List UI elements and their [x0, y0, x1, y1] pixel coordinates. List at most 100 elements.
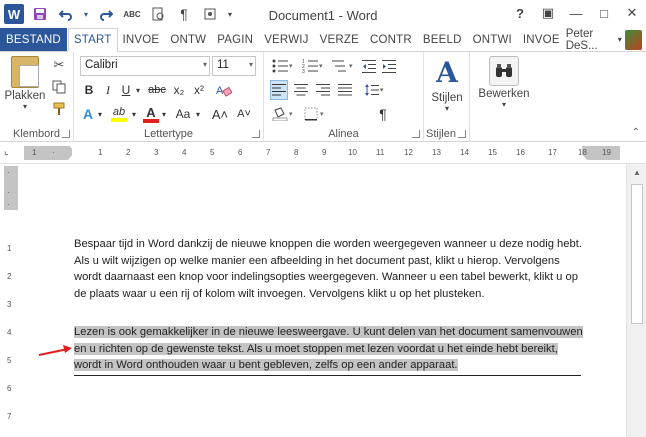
editing-dropdown-icon[interactable]: ▾ [478, 100, 530, 109]
ribbon-display-options-button[interactable]: ▣ [534, 0, 562, 26]
tab-selector-icon[interactable]: ⌞ [4, 146, 16, 158]
bullets-icon[interactable]: ▾ [270, 56, 296, 76]
italic-button[interactable]: I [100, 80, 116, 100]
shading-icon[interactable]: ▾ [270, 104, 296, 124]
document-paragraph-1[interactable]: Bespaar tijd in Word dankzij de nieuwe k… [74, 236, 586, 302]
clipboard-dialog-launcher[interactable] [62, 130, 70, 138]
multilevel-list-icon[interactable]: ▾ [330, 56, 356, 76]
touch-mode-icon[interactable] [200, 4, 220, 24]
shrink-font-button[interactable]: A˅ [234, 104, 254, 124]
tab-verzendlijsten[interactable]: VERZE [315, 28, 365, 51]
minimize-button[interactable]: — [562, 0, 590, 26]
user-name[interactable]: Peter DeS... [566, 28, 615, 52]
numbering-icon[interactable]: 1 2 3 ▾ [300, 56, 326, 76]
undo-icon[interactable] [56, 4, 76, 24]
close-button[interactable]: ✕ [618, 0, 646, 26]
font-dialog-launcher[interactable] [252, 130, 260, 138]
tab-ontwerpen[interactable]: ONTW [165, 28, 213, 51]
font-name-value: Calibri [85, 59, 118, 71]
paragraph-dialog-launcher[interactable] [412, 130, 420, 138]
font-color-dropdown-icon[interactable]: ▾ [160, 104, 168, 124]
subscript-button[interactable]: x₂ [170, 80, 188, 100]
change-case-button[interactable]: Aa [172, 104, 194, 124]
align-center-icon[interactable] [292, 80, 310, 100]
line-spacing-icon[interactable]: ▾ [362, 80, 388, 100]
change-case-dropdown-icon[interactable]: ▾ [194, 104, 202, 124]
highlight-dropdown-icon[interactable]: ▾ [130, 104, 138, 124]
scroll-up-icon[interactable]: ▲ [627, 164, 646, 180]
tab-invoegen[interactable]: INVOE [118, 28, 166, 51]
window-controls: ? ▣ — □ ✕ [506, 0, 646, 26]
tab-ontwikkelaars[interactable]: ONTWI [468, 28, 518, 51]
font-name-field[interactable]: Calibri ▾ [80, 56, 210, 76]
horizontal-ruler-area: ⌞ 1 · 1234 5678 9 10 11 12 13 14 15 16 17 18 19 [0, 142, 646, 164]
tab-invoegtoepassingen[interactable]: INVOE [518, 28, 566, 51]
align-left-icon[interactable] [270, 80, 288, 100]
user-account[interactable]: Peter DeS... ▾ [566, 28, 646, 52]
font-size-field[interactable]: 11 ▾ [212, 56, 256, 76]
paste-dropdown-icon[interactable]: ▾ [4, 102, 46, 111]
document-page[interactable]: Bespaar tijd in Word dankzij de nieuwe k… [22, 164, 626, 437]
customize-qat-icon[interactable]: ▾ [226, 4, 234, 24]
text-effects-button[interactable]: A [80, 104, 96, 124]
help-button[interactable]: ? [506, 0, 534, 26]
first-line-indent-marker[interactable] [68, 144, 78, 150]
scrollbar-thumb[interactable] [631, 184, 643, 324]
tab-bestand[interactable]: BESTAND [0, 28, 68, 51]
print-preview-icon[interactable] [148, 4, 168, 24]
justify-icon[interactable] [336, 80, 354, 100]
bold-button[interactable]: B [80, 80, 98, 100]
right-indent-marker[interactable] [577, 154, 587, 160]
styles-dropdown-icon[interactable]: ▾ [427, 104, 467, 113]
borders-icon[interactable]: ▾ [302, 104, 328, 124]
group-styles: A Stijlen ▾ Stijlen [424, 52, 470, 142]
paragraph-mark-icon[interactable]: ¶ [174, 4, 194, 24]
increase-indent-icon[interactable] [380, 56, 398, 76]
font-color-button[interactable]: A [142, 104, 160, 124]
font-size-dropdown-icon[interactable]: ▾ [249, 60, 253, 69]
avatar[interactable] [624, 29, 642, 50]
spelling-icon[interactable]: ABC [122, 4, 142, 24]
redo-icon[interactable] [96, 4, 116, 24]
document-paragraph-2[interactable]: Lezen is ook gemakkelijker in de nieuwe … [74, 324, 586, 374]
font-size-value: 11 [217, 59, 229, 71]
superscript-button[interactable]: x² [190, 80, 208, 100]
tab-pagina-indeling[interactable]: PAGIN [212, 28, 260, 51]
font-name-dropdown-icon[interactable]: ▾ [203, 60, 207, 69]
vertical-scrollbar[interactable]: ▲ [626, 164, 646, 437]
format-painter-icon[interactable] [50, 100, 68, 118]
copy-icon[interactable] [50, 78, 68, 96]
underline-dropdown-icon[interactable]: ▾ [134, 80, 142, 100]
paste-button[interactable]: Plakken ▾ [4, 56, 46, 111]
highlight-button[interactable]: ab [108, 104, 130, 124]
show-paragraph-marks-button[interactable]: ¶ [374, 104, 392, 124]
styles-button[interactable]: A Stijlen ▾ [427, 56, 467, 113]
decrease-indent-icon[interactable] [360, 56, 378, 76]
styles-button-label: Stijlen [431, 92, 463, 104]
paste-label: Plakken [4, 90, 46, 102]
underline-button[interactable]: U [118, 80, 134, 100]
word-logo-icon[interactable]: W [4, 4, 24, 24]
collapse-ribbon-icon[interactable]: ⌃ [632, 127, 640, 138]
styles-dialog-launcher[interactable] [458, 130, 466, 138]
restore-button[interactable]: □ [590, 0, 618, 26]
text-effects-dropdown-icon[interactable]: ▾ [96, 104, 104, 124]
tab-start[interactable]: START [67, 28, 118, 52]
editing-button[interactable]: Bewerken ▾ [478, 56, 530, 109]
align-right-icon[interactable] [314, 80, 332, 100]
vertical-ruler[interactable]: · · · 1 2 3 4 5 6 7 [4, 166, 18, 437]
selected-text[interactable]: Lezen is ook gemakkelijker in de nieuwe … [74, 326, 583, 371]
undo-dropdown-icon[interactable]: ▾ [82, 4, 90, 24]
horizontal-ruler[interactable]: 1 · 1234 5678 9 10 11 12 13 14 15 16 17 18 19 [24, 144, 620, 160]
save-icon[interactable] [30, 4, 50, 24]
cut-icon[interactable]: ✂ [50, 56, 68, 74]
tab-verwijzingen[interactable]: VERWIJ [259, 28, 315, 51]
tab-beeld[interactable]: BEELD [418, 28, 468, 51]
hanging-indent-marker[interactable] [68, 154, 78, 160]
tab-controleren[interactable]: CONTR [365, 28, 418, 51]
user-dropdown-icon[interactable]: ▾ [618, 35, 622, 44]
vruler-mark: 1 [7, 244, 12, 253]
grow-font-button[interactable]: A˄ [210, 104, 230, 124]
clear-formatting-icon[interactable]: A [214, 80, 234, 100]
strikethrough-button[interactable]: abc [146, 80, 168, 100]
